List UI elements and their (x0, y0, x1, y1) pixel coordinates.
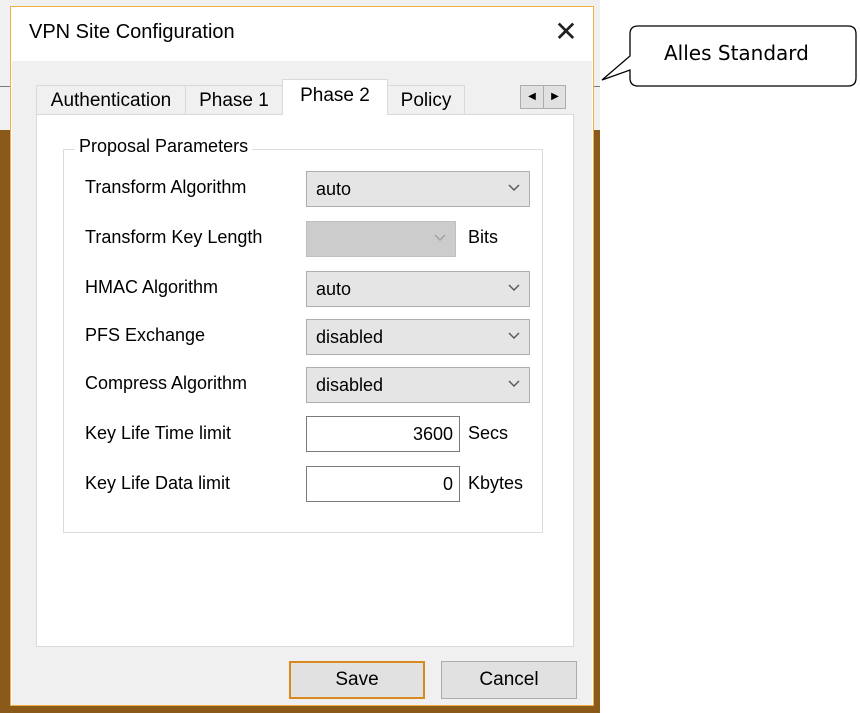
key-life-data-label: Key Life Data limit (85, 473, 231, 493)
pfs-exchange-value: disabled (316, 327, 384, 347)
key-life-time-label: Key Life Time limit (85, 423, 232, 443)
tab-authentication[interactable]: Authentication (36, 85, 186, 115)
tab-phase-1[interactable]: Phase 1 (185, 85, 283, 115)
callout-text: Alles Standard (664, 41, 809, 65)
transform-algorithm-label: Transform Algorithm (85, 177, 247, 197)
key-life-data-unit: Kbytes (468, 473, 524, 493)
save-button[interactable]: Save (289, 661, 425, 699)
chevron-down-icon (508, 380, 520, 387)
hmac-algorithm-select[interactable]: auto (306, 271, 530, 307)
tab-scroll-left-icon[interactable]: ◀ (521, 86, 543, 108)
transform-algorithm-value: auto (316, 179, 352, 199)
transform-key-length-label: Transform Key Length (85, 227, 263, 247)
transform-algorithm-select[interactable]: auto (306, 171, 530, 207)
close-icon[interactable]: ✕ (551, 17, 581, 47)
pfs-exchange-select[interactable]: disabled (306, 319, 530, 355)
key-life-time-value: 3600 (412, 424, 453, 444)
hmac-algorithm-value: auto (316, 279, 352, 299)
chevron-down-icon (508, 332, 520, 339)
key-life-data-input[interactable]: 0 (306, 466, 460, 502)
pfs-exchange-label: PFS Exchange (85, 325, 206, 345)
chevron-down-icon (434, 234, 446, 241)
key-life-time-input[interactable]: 3600 (306, 416, 460, 452)
dialog-title: VPN Site Configuration (29, 21, 235, 43)
vpn-site-config-dialog: VPN Site Configuration ✕ Authentication … (10, 6, 594, 706)
compress-algorithm-label: Compress Algorithm (85, 373, 248, 393)
transform-key-length-select[interactable] (306, 221, 456, 257)
tab-scroll-buttons: ◀ ▶ (520, 85, 566, 109)
key-life-data-value: 0 (442, 474, 453, 494)
tab-scroll-right-icon[interactable]: ▶ (544, 86, 566, 108)
hmac-algorithm-label: HMAC Algorithm (85, 277, 219, 297)
phase-2-panel: Proposal Parameters Transform Algorithm … (36, 114, 574, 647)
key-length-unit: Bits (468, 227, 499, 247)
key-life-time-unit: Secs (468, 423, 509, 443)
compress-algorithm-select[interactable]: disabled (306, 367, 530, 403)
chevron-down-icon (508, 284, 520, 291)
tab-phase-2[interactable]: Phase 2 (282, 79, 388, 115)
cancel-button[interactable]: Cancel (441, 661, 577, 699)
dialog-client-area: Authentication Phase 1 Phase 2 Policy ◀ … (12, 61, 592, 705)
compress-algorithm-value: disabled (316, 375, 384, 395)
proposal-parameters-title: Proposal Parameters (75, 136, 253, 157)
chevron-down-icon (508, 184, 520, 191)
tab-policy[interactable]: Policy (387, 85, 465, 115)
